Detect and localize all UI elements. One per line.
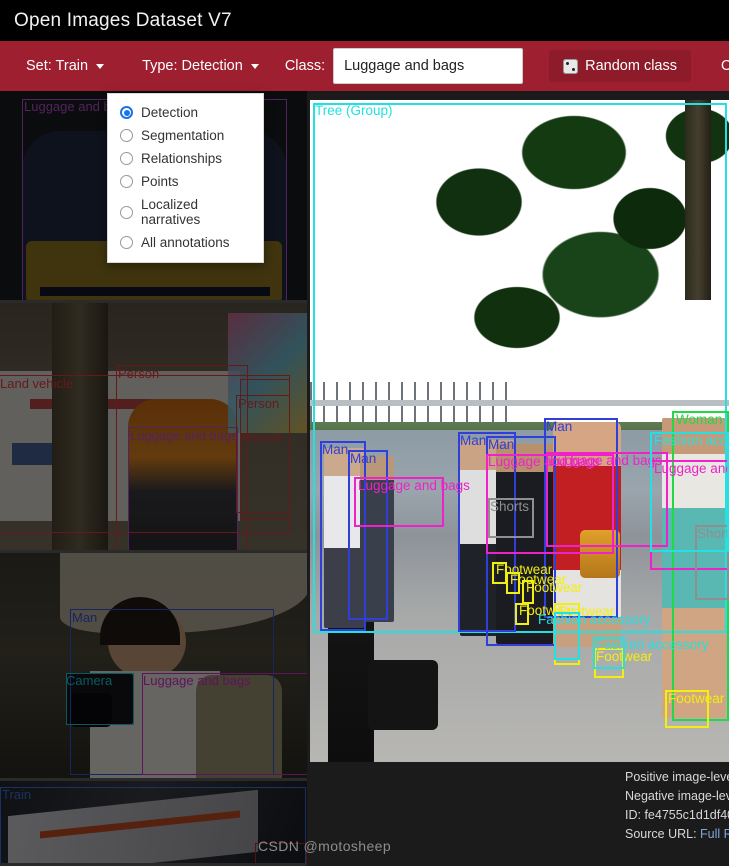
- options-dropdown[interactable]: Options: [711, 52, 729, 80]
- main-annotated-image[interactable]: Tree (Group) Man Man Man Man Man Woman Luggage …: [310, 100, 729, 762]
- detection-label: Man: [460, 433, 487, 448]
- type-dropdown[interactable]: Type: Detection: [132, 52, 269, 80]
- detection-label: Man: [488, 437, 515, 452]
- radio-icon[interactable]: [120, 152, 133, 165]
- id-value: fe4755c1d1df400b: [644, 808, 729, 822]
- detection-box: [348, 450, 388, 620]
- negative-label-prefix: Negative image-level:: [625, 789, 729, 803]
- detection-label: Fashion accessory: [654, 433, 729, 448]
- detection-label: Shorts: [697, 526, 729, 541]
- random-class-label: Random class: [585, 58, 677, 74]
- type-dropdown-label: Type: Detection: [142, 58, 243, 74]
- dropdown-item-label: Segmentation: [141, 128, 225, 143]
- detection-label: Woman: [676, 412, 723, 427]
- detection-label: Footwear: [596, 649, 653, 664]
- id-prefix: ID:: [625, 808, 645, 822]
- detection-box: [320, 441, 366, 631]
- thumbnail-photographer[interactable]: Man Camera Luggage and bags: [0, 553, 307, 781]
- detection-label: Footwear: [526, 580, 583, 595]
- detection-label: Luggage and bags: [654, 461, 729, 476]
- detection-label: Luggage and bags: [550, 453, 662, 468]
- set-dropdown-label: Set: Train: [26, 58, 89, 74]
- full-resolution-link[interactable]: Full Resolution: [700, 827, 729, 841]
- detection-label: Fashion accessory: [538, 612, 651, 627]
- dropdown-item-detection[interactable]: Detection: [108, 101, 263, 124]
- radio-icon[interactable]: [120, 236, 133, 249]
- thumbnail-street[interactable]: Land vehicle Person Person Person Luggag…: [0, 303, 307, 553]
- set-dropdown[interactable]: Set: Train: [16, 52, 114, 80]
- chevron-down-icon: [250, 63, 259, 69]
- radio-icon[interactable]: [120, 129, 133, 142]
- detection-label: Man: [322, 442, 349, 457]
- dice-icon: [563, 58, 579, 74]
- class-input[interactable]: [333, 48, 524, 84]
- open-images-app: Open Images Dataset V7 Set: Train Type: …: [0, 0, 729, 866]
- detection-label: Man: [350, 451, 377, 466]
- source-prefix: Source URL:: [625, 827, 701, 841]
- detection-box: [672, 411, 729, 721]
- dropdown-item-points[interactable]: Points: [108, 170, 263, 193]
- dropdown-item-label: Detection: [141, 105, 199, 120]
- radio-icon[interactable]: [120, 205, 133, 219]
- detection-label: Fashion accessory: [596, 637, 709, 652]
- dropdown-item-segmentation[interactable]: Segmentation: [108, 124, 263, 147]
- page-title: Open Images Dataset V7: [14, 9, 232, 31]
- thumbnail-dim-overlay: [0, 553, 307, 778]
- chevron-down-icon: [96, 63, 105, 69]
- positive-labels-row: Positive image-level: Shorts, Person, Wo…: [625, 768, 729, 787]
- dropdown-item-label: Points: [141, 174, 179, 189]
- detection-box: [313, 103, 727, 633]
- positive-label-prefix: Positive image-level:: [625, 770, 729, 784]
- detection-box: [650, 460, 729, 570]
- toolbar: Set: Train Type: Detection Class: Random…: [0, 41, 729, 91]
- main-panel: Tree (Group) Man Man Man Man Man Woman Luggage …: [310, 91, 729, 866]
- dropdown-item-label: All annotations: [141, 235, 230, 250]
- detection-label: Tree (Group): [315, 103, 393, 118]
- thumbnail-dim-overlay: [0, 303, 307, 550]
- dropdown-item-all-annotations[interactable]: All annotations: [108, 231, 263, 254]
- csdn-watermark: CSDN @motosheep: [258, 838, 392, 854]
- class-label: Class:: [284, 58, 326, 74]
- type-dropdown-menu[interactable]: Detection Segmentation Relationships Points…: [107, 93, 264, 263]
- detection-label: Footwear: [668, 691, 725, 706]
- dropdown-item-label: Localized narratives: [141, 197, 201, 227]
- dropdown-item-localized-narratives[interactable]: Localized narratives: [108, 193, 263, 231]
- dropdown-item-relationships[interactable]: Relationships: [108, 147, 263, 170]
- radio-icon[interactable]: [120, 175, 133, 188]
- random-class-button[interactable]: Random class: [549, 50, 691, 82]
- detection-label: Man: [546, 419, 573, 434]
- source-url-row: Source URL: Full Resolution, Thumbnail: [625, 825, 729, 844]
- image-info-panel: Positive image-level: Shorts, Person, Wo…: [620, 762, 729, 866]
- detection-overlay: Tree (Group) Man Man Man Man Man Woman Luggage …: [310, 100, 729, 762]
- dropdown-item-label: Relationships: [141, 151, 223, 166]
- titlebar: Open Images Dataset V7: [0, 0, 729, 41]
- detection-label: Luggage and bags: [358, 478, 470, 493]
- radio-icon[interactable]: [120, 106, 133, 119]
- negative-labels-row: Negative image-level: Bicycle, Girl, Pla…: [625, 787, 729, 806]
- id-row: ID: fe4755c1d1df400b | Download overlay: [625, 806, 729, 825]
- detection-label: Shorts: [490, 499, 530, 514]
- options-label: Options: [720, 58, 729, 74]
